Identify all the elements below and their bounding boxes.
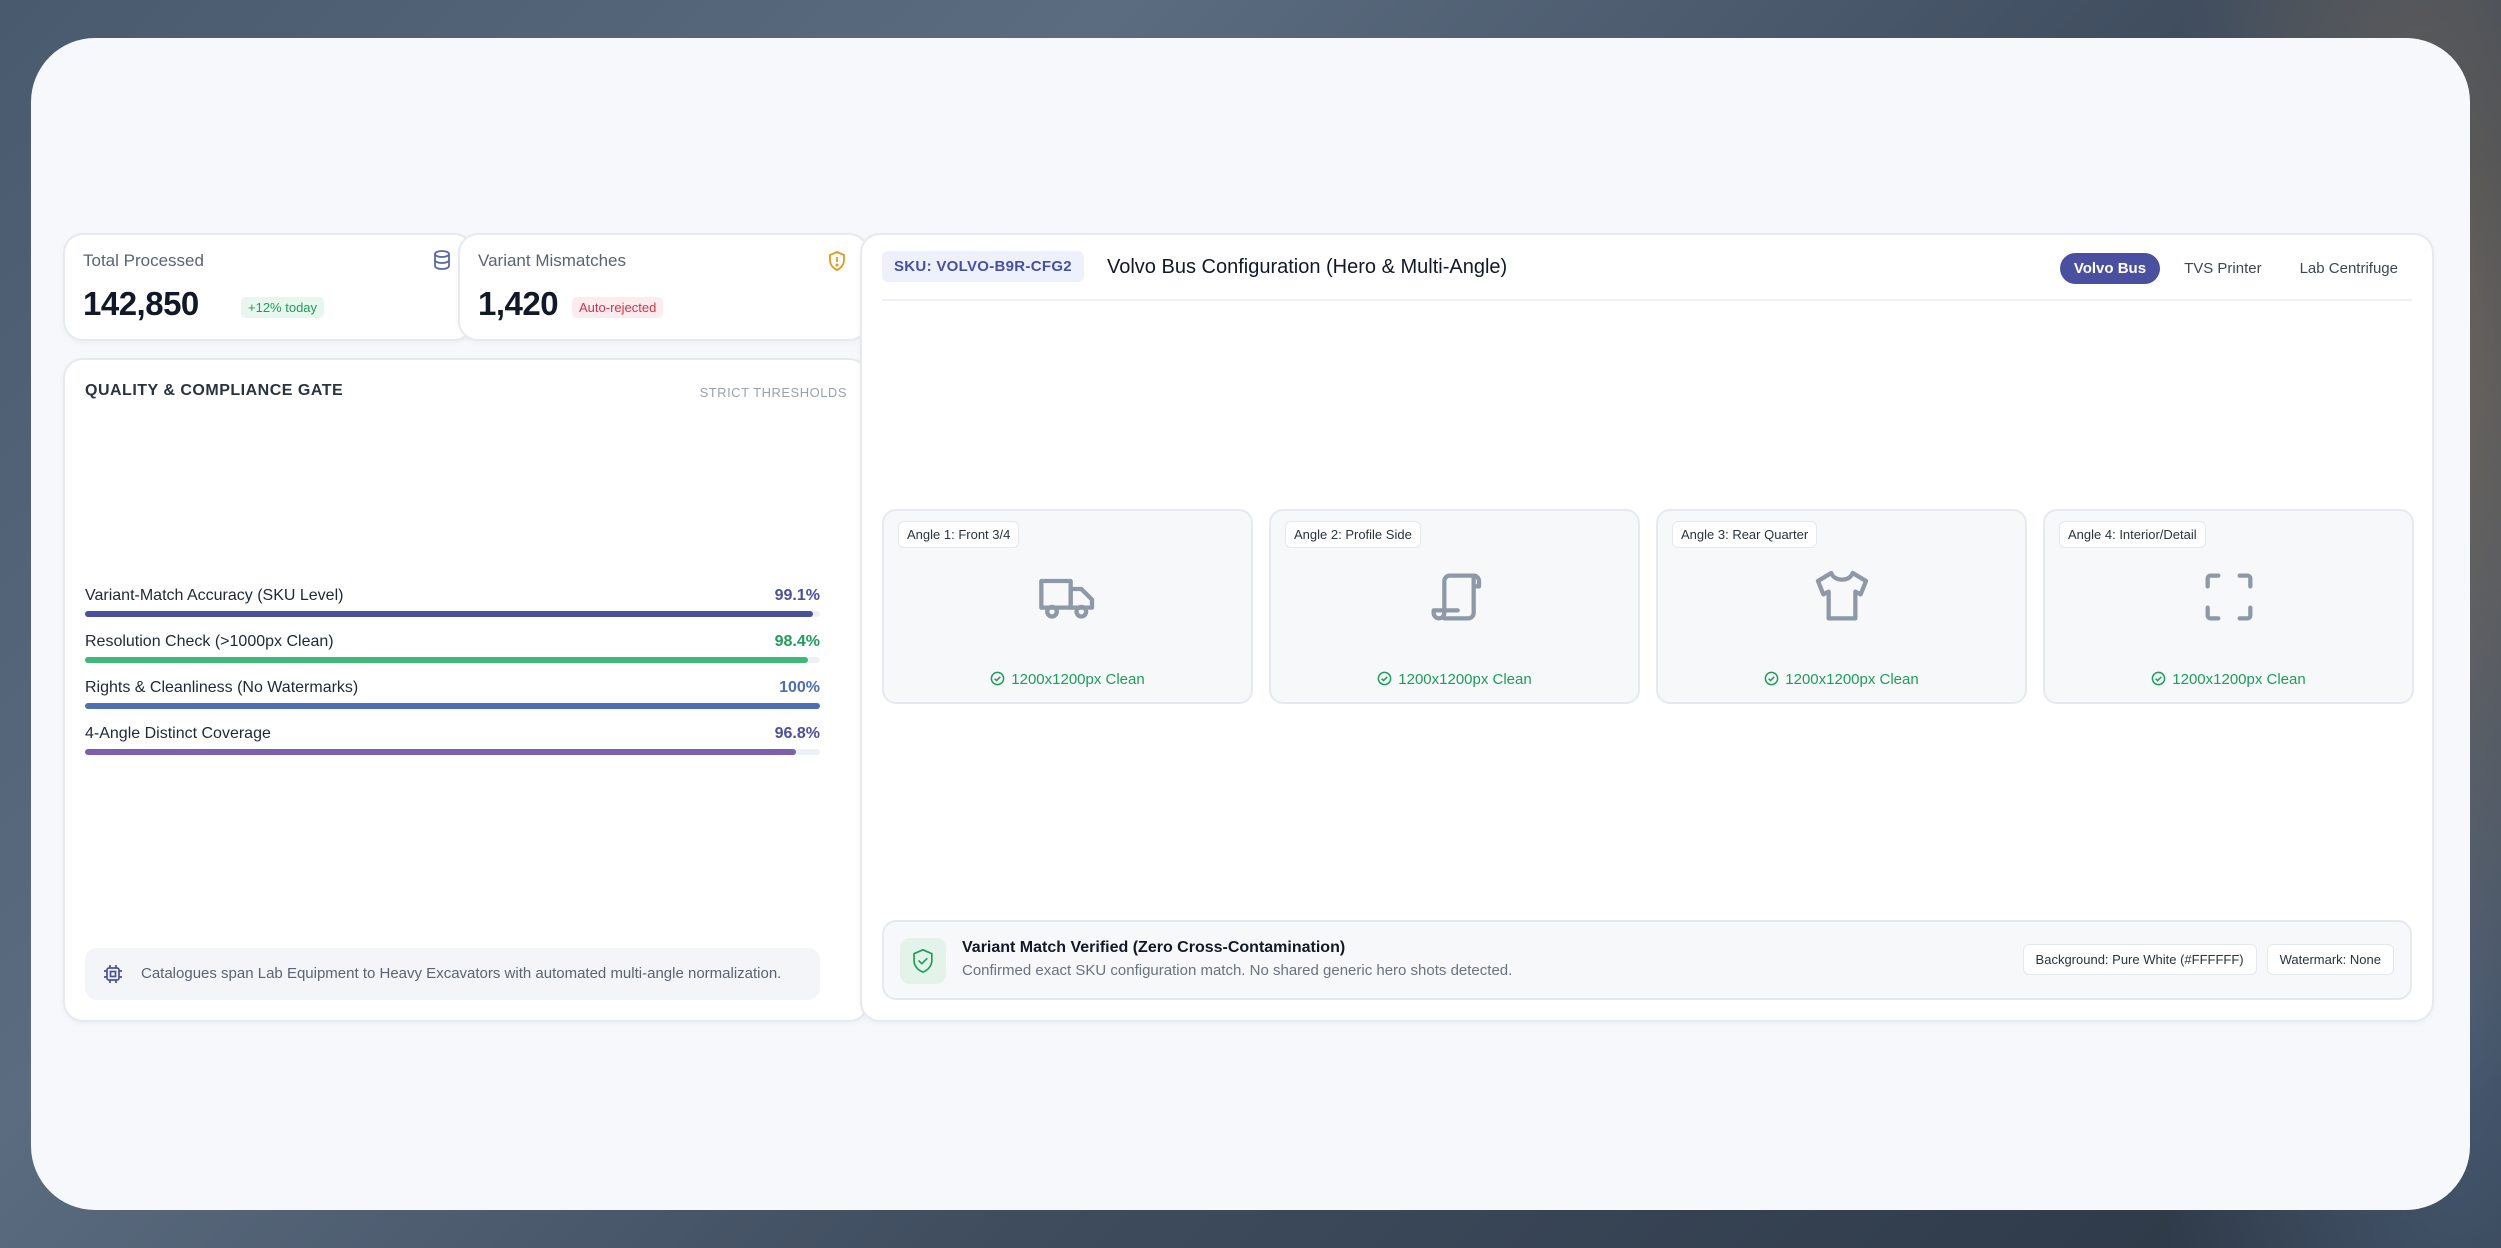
stat-value: 142,850 [83,285,199,322]
metric-label: Variant-Match Accuracy (SKU Level) [85,587,344,604]
angle-card-rear[interactable]: Angle 3: Rear Quarter 1200x1200px Clean [1656,509,2027,704]
stat-value: 1,420 [478,285,559,322]
verification-banner: Variant Match Verified (Zero Cross-Conta… [882,920,2412,1000]
angle-status-text: 1200x1200px Clean [1785,671,1919,688]
database-icon [434,250,450,270]
angle-label: Angle 3: Rear Quarter [1672,521,1818,548]
product-tabs: Volvo Bus TVS Printer Lab Centrifuge [2059,253,2412,284]
verification-title: Variant Match Verified (Zero Cross-Conta… [962,939,1346,956]
tab-volvo-bus[interactable]: Volvo Bus [2059,253,2161,284]
metric-label: Rights & Cleanliness (No Watermarks) [85,679,359,696]
panel-title: QUALITY & COMPLIANCE GATE [85,382,344,399]
metric-rights-cleanliness: Rights & Cleanliness (No Watermarks) 100… [85,679,820,709]
metric-variant-match: Variant-Match Accuracy (SKU Level) 99.1% [85,587,820,617]
check-circle-icon [1764,671,1779,686]
check-circle-icon [1377,671,1392,686]
cpu-chip-icon [104,965,122,983]
stat-label: Variant Mismatches [478,251,627,270]
angle-status-text: 1200x1200px Clean [1011,671,1145,688]
check-circle-icon [990,671,1005,686]
angle-status: 1200x1200px Clean [1658,671,2025,688]
tag-watermark: Watermark: None [2266,944,2394,975]
tag-background: Background: Pure White (#FFFFFF) [2022,944,2257,975]
metric-label: 4-Angle Distinct Coverage [85,725,271,742]
quality-gate-panel: QUALITY & COMPLIANCE GATE STRICT THRESHO… [63,358,869,1022]
stat-card-variant-mismatches: Variant Mismatches 1,420 Auto-rejected [458,233,869,341]
growth-badge: +12% today [241,297,325,318]
progress-fill [85,749,797,755]
tab-tvs-printer[interactable]: TVS Printer [2170,253,2276,284]
stat-label: Total Processed [83,251,204,270]
angle-status-text: 1200x1200px Clean [2172,671,2306,688]
sku-config-panel: SKU: VOLVO-B9R-CFG2 Volvo Bus Configurat… [860,233,2434,1022]
shield-alert-icon [829,251,845,271]
angle-label: Angle 2: Profile Side [1285,521,1421,548]
shield-check-icon [913,948,933,973]
metric-label: Resolution Check (>1000px Clean) [85,633,334,650]
sku-chip: SKU: VOLVO-B9R-CFG2 [882,251,1084,282]
metric-value: 96.8% [774,725,820,742]
info-note: Catalogues span Lab Equipment to Heavy E… [85,948,820,1000]
verify-icon-box [900,938,946,984]
rejected-badge: Auto-rejected [572,297,664,318]
stat-card-total-processed: Total Processed 142,850 +12% today [63,233,474,341]
angle-status: 1200x1200px Clean [2045,671,2412,688]
truck-icon [1038,578,1094,619]
config-title: Volvo Bus Configuration (Hero & Multi-An… [1107,256,1508,278]
panel-subtitle: STRICT THRESHOLDS [699,385,847,400]
progress-fill [85,703,820,709]
progress-track [85,657,820,663]
check-circle-icon [2151,671,2166,686]
focus-frame-icon [2205,573,2252,621]
progress-track [85,611,820,617]
angle-card-front[interactable]: Angle 1: Front 3/4 1200x1200px Clean [882,509,1253,704]
angle-label: Angle 1: Front 3/4 [898,521,1020,548]
tab-lab-centrifuge[interactable]: Lab Centrifuge [2286,253,2412,284]
divider [882,299,2412,301]
verification-tags: Background: Pure White (#FFFFFF) Waterma… [2022,944,2394,975]
angle-label: Angle 4: Interior/Detail [2059,521,2206,548]
verification-description: Confirmed exact SKU configuration match.… [962,962,1513,979]
angle-card-profile[interactable]: Angle 2: Profile Side 1200x1200px Clean [1269,509,1640,704]
progress-track [85,749,820,755]
progress-fill [85,611,814,617]
info-note-text: Catalogues span Lab Equipment to Heavy E… [141,965,782,982]
angle-card-interior[interactable]: Angle 4: Interior/Detail 1200x1200px Cle… [2043,509,2414,704]
metric-angle-coverage: 4-Angle Distinct Coverage 96.8% [85,725,820,755]
dashboard-frame: Total Processed 142,850 +12% today Varia… [31,38,2470,1210]
metric-resolution-check: Resolution Check (>1000px Clean) 98.4% [85,633,820,663]
shirt-icon [1815,570,1868,621]
progress-track [85,703,820,709]
metric-value: 99.1% [774,587,820,604]
angle-status: 1200x1200px Clean [884,671,1251,688]
angle-status-text: 1200x1200px Clean [1398,671,1532,688]
angle-status: 1200x1200px Clean [1271,671,1638,688]
progress-fill [85,657,809,663]
metric-value: 98.4% [774,633,820,650]
scroll-icon [1431,573,1481,621]
metric-value: 100% [779,679,820,696]
